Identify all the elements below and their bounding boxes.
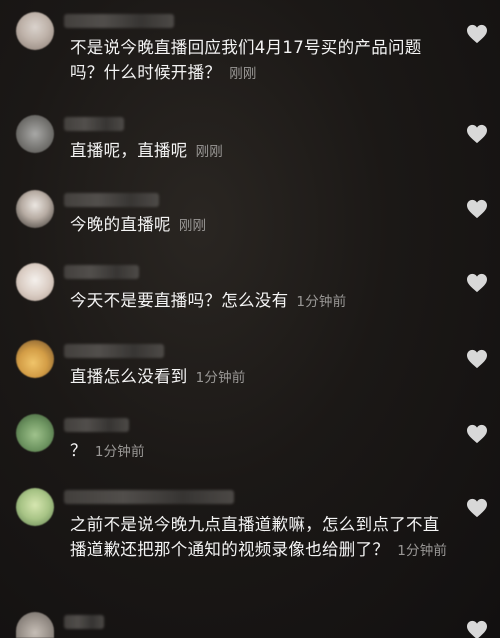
comment-text: 今晚的直播呢 刚刚 [70,212,450,239]
avatar[interactable] [16,414,54,452]
comment-body: 直播怎么没看到 [70,367,188,386]
comment-text: 今天不是要直播吗？怎么没有 1分钟前 [70,288,450,315]
comment-time: 1分钟前 [195,370,246,386]
comment-body: 今晚的直播呢 [70,215,171,234]
heart-outline-icon[interactable] [466,24,488,44]
username-blurred[interactable] [64,615,104,629]
comment-time: 1分钟前 [296,294,347,310]
heart-outline-icon[interactable] [466,498,488,518]
comment-text: 直播呢，直播呢 刚刚 [70,138,450,165]
comment-body: 直播呢，直播呢 [70,141,188,160]
heart-outline-icon[interactable] [466,124,488,144]
avatar[interactable] [16,340,54,378]
heart-outline-icon[interactable] [466,199,488,219]
username-blurred[interactable] [64,265,139,279]
comment-text: ？ 1分钟前 [70,438,450,465]
username-blurred[interactable] [64,193,159,207]
avatar[interactable] [16,190,54,228]
username-blurred[interactable] [64,490,234,504]
heart-outline-icon[interactable] [466,620,488,638]
comment-text: 不是说今晚直播回应我们4月17号买的产品问题吗？什么时候开播？ 刚刚 [70,35,450,87]
comment-body: ？ [70,441,87,460]
heart-outline-icon[interactable] [466,424,488,444]
avatar[interactable] [16,12,54,50]
avatar[interactable] [16,488,54,526]
username-blurred[interactable] [64,14,174,28]
comment-body: 之前不是说今晚九点直播道歉嘛，怎么到点了不直播道歉还把那个通知的视频录像也给删了… [70,515,440,559]
username-blurred[interactable] [64,344,164,358]
comment-body: 今天不是要直播吗？怎么没有 [70,291,289,310]
heart-outline-icon[interactable] [466,273,488,293]
comment-time: 刚刚 [178,218,207,234]
username-blurred[interactable] [64,418,129,432]
avatar[interactable] [16,612,54,638]
comment-text: 之前不是说今晚九点直播道歉嘛，怎么到点了不直播道歉还把那个通知的视频录像也给删了… [70,512,450,564]
comment-text: 直播怎么没看到 1分钟前 [70,364,450,391]
comment-time: 刚刚 [229,66,257,82]
comment-time: 1分钟前 [397,543,448,559]
comment-time: 刚刚 [195,144,224,160]
username-blurred[interactable] [64,117,124,131]
comment-time: 1分钟前 [94,444,145,460]
heart-outline-icon[interactable] [466,349,488,369]
avatar[interactable] [16,263,54,301]
avatar[interactable] [16,115,54,153]
